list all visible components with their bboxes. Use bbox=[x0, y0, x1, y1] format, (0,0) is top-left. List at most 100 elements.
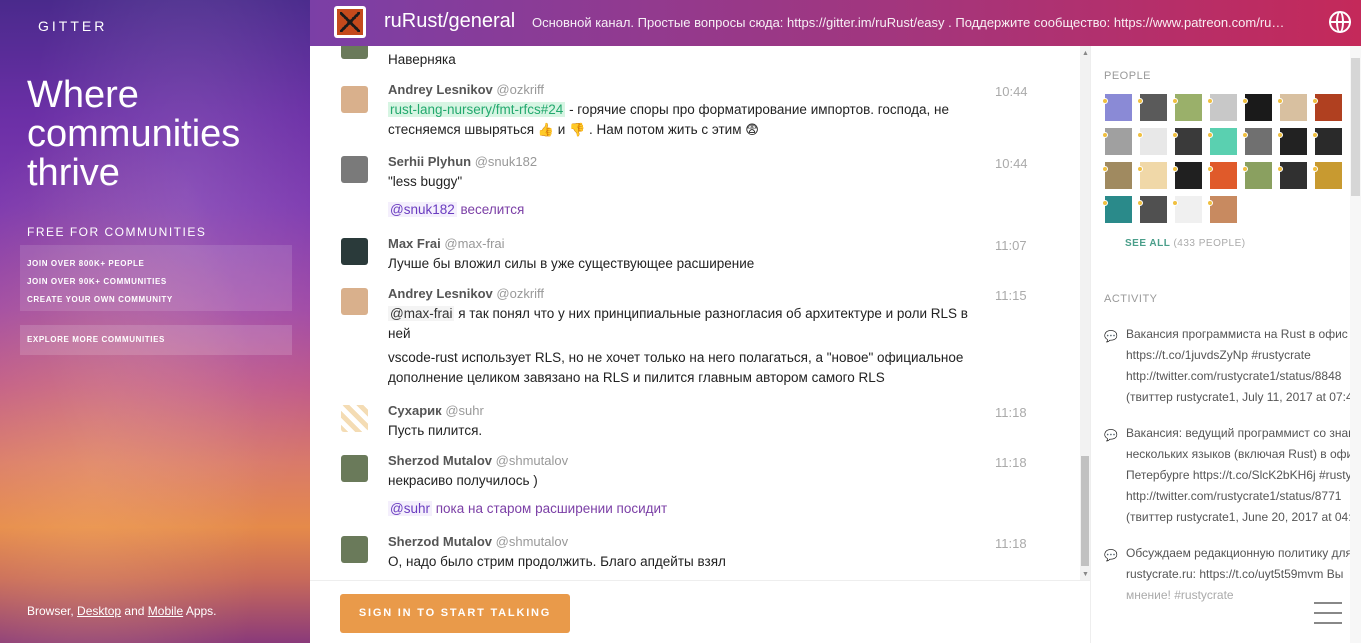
avatar[interactable] bbox=[341, 455, 368, 482]
activity-line: (твиттер rustycrate1, July 11, 2017 at 0… bbox=[1126, 390, 1360, 404]
issue-link[interactable]: rust-lang-nursery/fmt-rfcs#24 bbox=[388, 102, 566, 117]
scrollbar-thumb[interactable] bbox=[1081, 456, 1089, 566]
member-avatar[interactable] bbox=[1102, 128, 1132, 155]
author-name: Andrey Lesnikov bbox=[388, 82, 493, 97]
member-avatar[interactable] bbox=[1242, 94, 1272, 121]
status-dot-icon bbox=[1137, 132, 1143, 138]
member-avatar[interactable] bbox=[1172, 128, 1202, 155]
message-author[interactable]: Сухарик @suhr bbox=[388, 403, 484, 418]
message-author[interactable]: Serhii Plyhun @snuk182 bbox=[388, 154, 537, 169]
author-name: Max Frai bbox=[388, 236, 441, 251]
member-avatar[interactable] bbox=[1277, 94, 1307, 121]
message-time[interactable]: 10:44 bbox=[995, 156, 1028, 171]
member-avatar[interactable] bbox=[1242, 162, 1272, 189]
member-avatar[interactable] bbox=[1207, 196, 1237, 223]
member-avatar[interactable] bbox=[1277, 162, 1307, 189]
message-text: Наверняка bbox=[388, 52, 456, 67]
member-avatar[interactable] bbox=[1312, 94, 1342, 121]
see-all-people-link[interactable]: SEE ALL (433 PEOPLE) bbox=[1125, 238, 1246, 249]
author-handle: @snuk182 bbox=[474, 154, 538, 169]
scrollbar-thumb[interactable] bbox=[1351, 58, 1360, 196]
mention[interactable]: @snuk182 bbox=[388, 202, 457, 217]
chat-messages[interactable]: Наверняка Andrey Lesnikov @ozkriff 10:44… bbox=[310, 46, 1080, 580]
member-avatar[interactable] bbox=[1207, 128, 1237, 155]
member-avatar[interactable] bbox=[1102, 162, 1132, 189]
room-name[interactable]: ruRust/general bbox=[384, 10, 515, 33]
member-avatar[interactable] bbox=[1102, 94, 1132, 121]
message-time[interactable]: 10:44 bbox=[995, 84, 1028, 99]
avatar[interactable] bbox=[341, 405, 368, 432]
member-avatar[interactable] bbox=[1137, 196, 1167, 223]
sign-in-button[interactable]: SIGN IN TO START TALKING bbox=[340, 594, 570, 633]
create-community[interactable]: CREATE YOUR OWN COMMUNITY bbox=[27, 291, 292, 309]
avatar[interactable] bbox=[341, 46, 368, 59]
avatar[interactable] bbox=[341, 238, 368, 265]
chat-bubble-icon: 💬 bbox=[1104, 550, 1118, 562]
message-time[interactable]: 11:15 bbox=[995, 288, 1027, 303]
activity-line[interactable]: rustycrate.ru: https://t.co/uyt5t59mvm В… bbox=[1126, 564, 1361, 585]
message-time[interactable]: 11:18 bbox=[995, 536, 1027, 551]
message-time[interactable]: 11:18 bbox=[995, 405, 1027, 420]
message-author[interactable]: Andrey Lesnikov @ozkriff bbox=[388, 82, 544, 97]
scroll-down-icon[interactable]: ▼ bbox=[1082, 571, 1089, 578]
message-time[interactable]: 11:07 bbox=[995, 238, 1027, 253]
explore-communities-button[interactable]: EXPLORE MORE COMMUNITIES bbox=[20, 325, 292, 355]
member-avatar[interactable] bbox=[1172, 162, 1202, 189]
message-text: "less buggy" bbox=[388, 174, 463, 189]
promo-panel: GITTER Where communities thrive FREE FOR… bbox=[0, 0, 310, 643]
scroll-up-icon[interactable]: ▲ bbox=[1082, 50, 1089, 57]
desktop-app-link[interactable]: Desktop bbox=[77, 604, 121, 618]
activity-line[interactable]: http://twitter.com/rustycrate1/status/88… bbox=[1126, 366, 1361, 387]
author-name: Sherzod Mutalov bbox=[388, 534, 493, 549]
member-avatar[interactable] bbox=[1137, 128, 1167, 155]
message-author[interactable]: Andrey Lesnikov @ozkriff bbox=[388, 286, 544, 301]
mention[interactable]: @suhr bbox=[388, 501, 432, 516]
avatar[interactable] bbox=[341, 288, 368, 315]
activity-item[interactable]: 💬 Обсуждаем редакционную политику для ru… bbox=[1104, 543, 1361, 606]
status-dot-icon bbox=[1242, 132, 1248, 138]
member-avatar[interactable] bbox=[1207, 94, 1237, 121]
member-avatar[interactable] bbox=[1172, 196, 1202, 223]
activity-line[interactable]: Петербурге https://t.co/SlcK2bKH6j #rust… bbox=[1126, 465, 1361, 486]
status-dot-icon bbox=[1277, 166, 1283, 172]
member-avatar[interactable] bbox=[1137, 94, 1167, 121]
member-avatar[interactable] bbox=[1207, 162, 1237, 189]
avatar[interactable] bbox=[341, 86, 368, 113]
mobile-app-link[interactable]: Mobile bbox=[148, 604, 183, 618]
message-text: некрасиво получилось ) bbox=[388, 473, 538, 488]
activity-line[interactable]: http://twitter.com/rustycrate1/status/87… bbox=[1126, 486, 1361, 507]
avatar[interactable] bbox=[341, 156, 368, 183]
browser-app-link[interactable]: Browser bbox=[27, 604, 70, 618]
member-avatar[interactable] bbox=[1137, 162, 1167, 189]
chat-scrollbar[interactable]: ▲ ▼ bbox=[1080, 46, 1090, 580]
member-avatar[interactable] bbox=[1312, 162, 1342, 189]
status-dot-icon bbox=[1102, 98, 1108, 104]
avatar[interactable] bbox=[341, 536, 368, 563]
join-text: JOIN OVER bbox=[27, 259, 79, 268]
message-author[interactable]: Sherzod Mutalov @shmutalov bbox=[388, 453, 568, 468]
activity-line: (твиттер rustycrate1, June 20, 2017 at 0… bbox=[1126, 510, 1359, 524]
message-time[interactable]: 11:18 bbox=[995, 455, 1027, 470]
activity-item[interactable]: 💬 Вакансия программиста на Rust в офис в… bbox=[1104, 324, 1361, 408]
status-dot-icon bbox=[1102, 132, 1108, 138]
globe-icon[interactable] bbox=[1329, 11, 1351, 33]
message-author[interactable]: Sherzod Mutalov @shmutalov bbox=[388, 534, 568, 549]
activity-line[interactable]: https://t.co/1juvdsZyNp #rustycrate bbox=[1126, 345, 1361, 366]
status-dot-icon bbox=[1172, 98, 1178, 104]
message-author[interactable]: Max Frai @max-frai bbox=[388, 236, 505, 251]
activity-item[interactable]: 💬 Вакансия: ведущий программист со знан … bbox=[1104, 423, 1361, 528]
sidebar-scrollbar[interactable] bbox=[1350, 46, 1361, 643]
member-avatar[interactable] bbox=[1277, 128, 1307, 155]
member-avatar[interactable] bbox=[1102, 196, 1132, 223]
join-strong: YOUR OWN COMMUNITY bbox=[65, 295, 173, 304]
mention[interactable]: @max-frai bbox=[388, 306, 455, 321]
menu-icon[interactable] bbox=[1314, 602, 1342, 626]
member-avatar[interactable] bbox=[1312, 128, 1342, 155]
author-handle: @suhr bbox=[445, 403, 484, 418]
room-avatar[interactable] bbox=[334, 6, 366, 38]
tagline-line: communities bbox=[27, 113, 241, 155]
author-handle: @max-frai bbox=[444, 236, 505, 251]
gitter-logo[interactable]: GITTER bbox=[38, 18, 107, 34]
member-avatar[interactable] bbox=[1172, 94, 1202, 121]
member-avatar[interactable] bbox=[1242, 128, 1272, 155]
